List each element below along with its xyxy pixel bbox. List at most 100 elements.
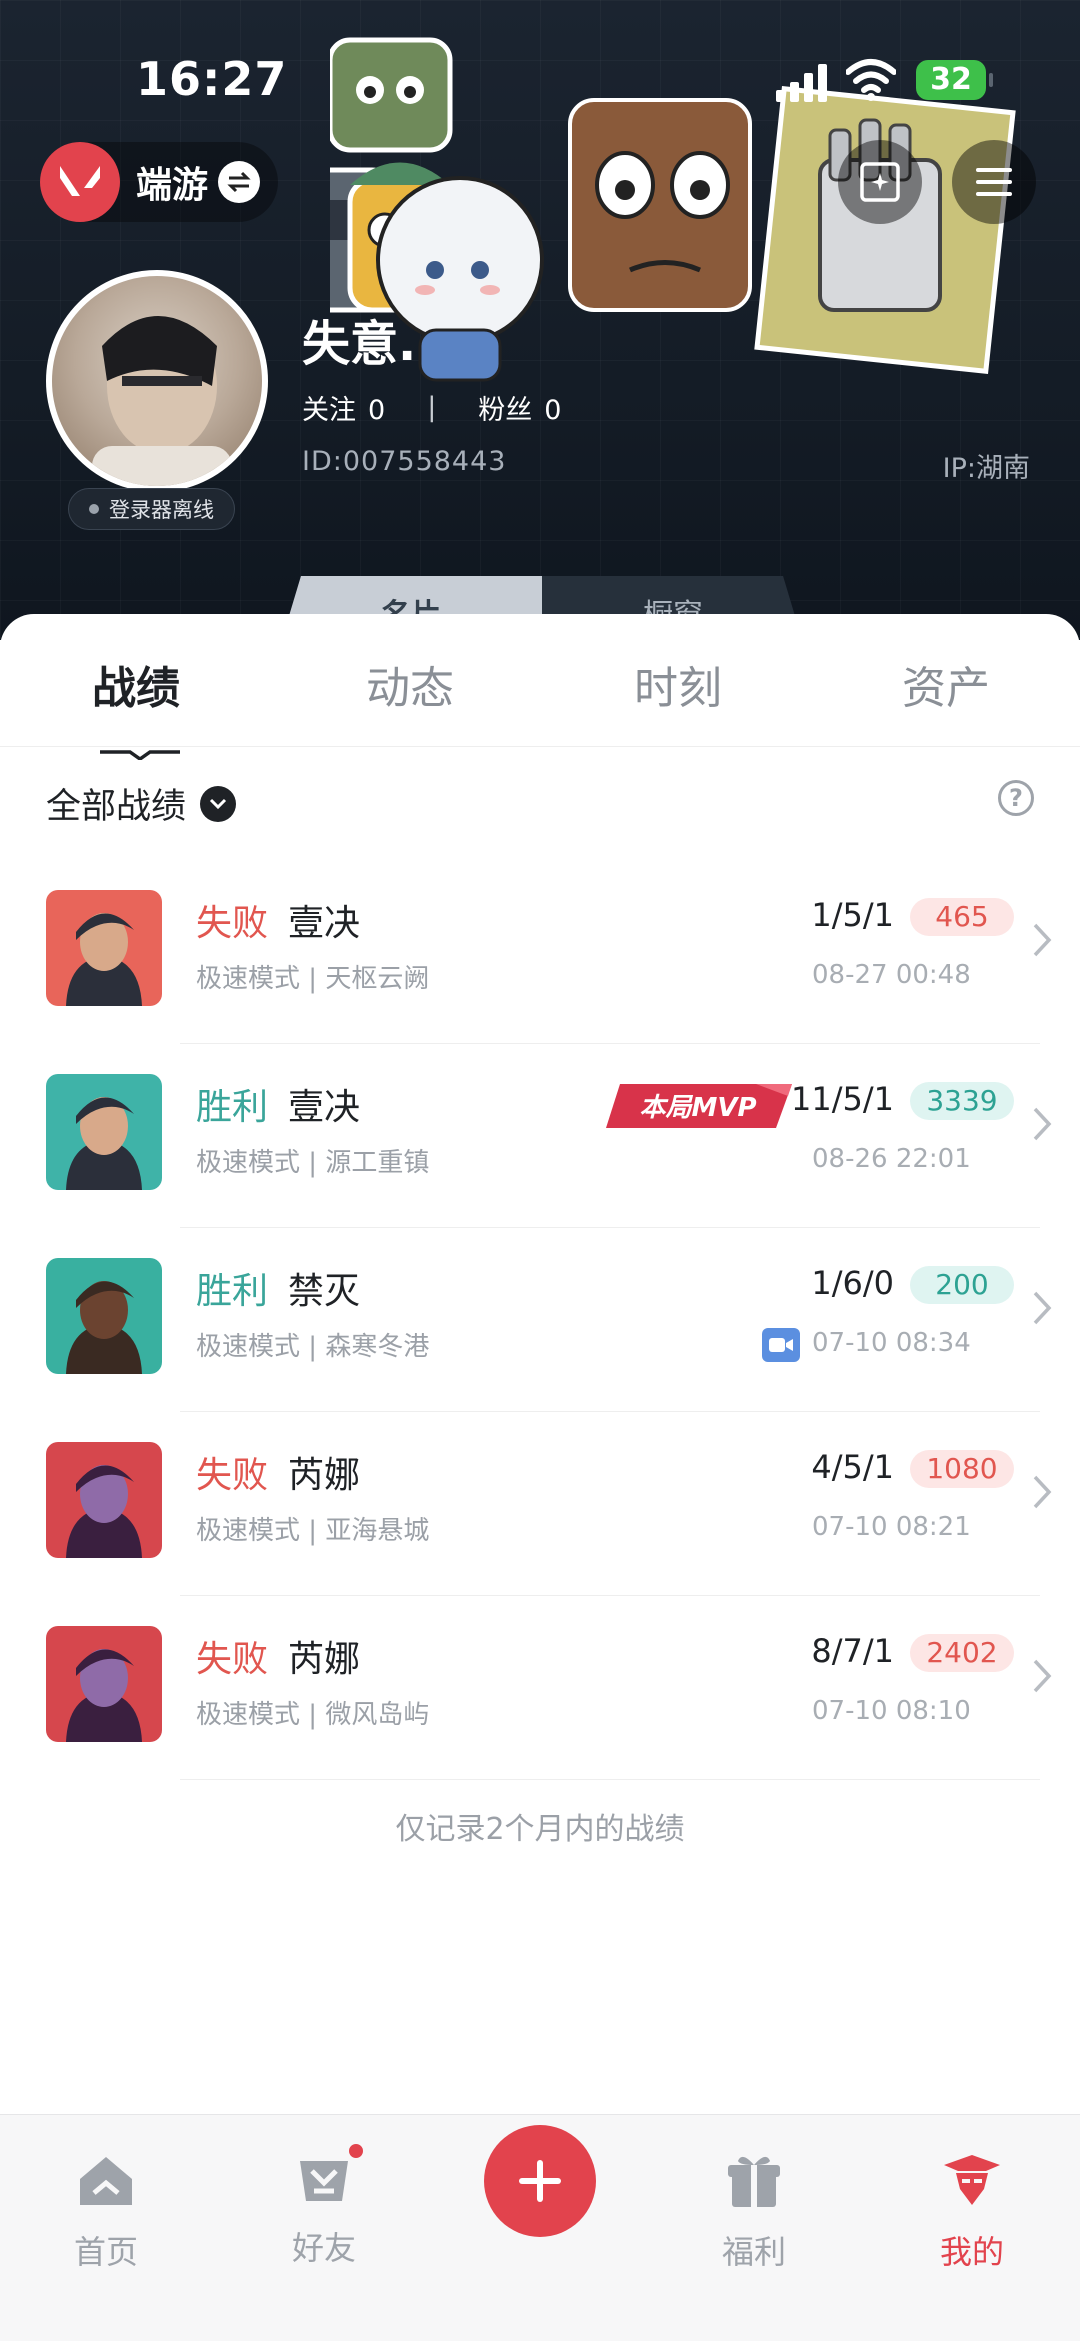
match-date: 08-26 22:01 — [812, 1144, 971, 1174]
following-link[interactable]: 关注 0 — [302, 388, 385, 427]
active-tab-indicator — [100, 750, 180, 760]
nav-home-label: 首页 — [73, 2233, 138, 2271]
match-meta: 极速模式 | 亚海悬城 — [196, 1510, 429, 1547]
tab-moments[interactable]: 时刻 — [634, 652, 722, 716]
match-score-badge: 465 — [910, 898, 1014, 936]
match-date: 07-10 08:34 — [812, 1328, 971, 1358]
agent-portrait — [46, 1626, 162, 1742]
match-map: 源工重镇 — [325, 1148, 430, 1178]
match-kda: 1/5/1 — [811, 896, 894, 934]
meta-separator: | — [300, 1700, 326, 1730]
create-post-button[interactable] — [484, 2125, 596, 2237]
match-map: 微风岛屿 — [325, 1700, 430, 1730]
match-row[interactable]: 失败 芮娜 极速模式 | 微风岛屿 8/7/1 2402 07-10 08:10 — [0, 1596, 1080, 1780]
nav-profile[interactable]: 我的 — [882, 2115, 1062, 2273]
mvp-badge-label: 本局MVP — [639, 1093, 756, 1123]
chevron-right-icon — [1033, 1475, 1052, 1509]
records-filter-dropdown[interactable]: 全部战绩 — [46, 778, 237, 829]
match-mode: 极速模式 — [196, 964, 301, 994]
status-bar: 16:27 32 — [0, 40, 1080, 120]
fans-count: 0 — [544, 395, 562, 426]
match-row[interactable]: 胜利 壹决 极速模式 | 源工重镇 11/5/1 3339 08-26 22:0… — [0, 1044, 1080, 1228]
match-mode: 极速模式 — [196, 1148, 301, 1178]
match-row[interactable]: 失败 壹决 极速模式 | 天枢云阙 1/5/1 465 08-27 00:48 — [0, 860, 1080, 1044]
match-row[interactable]: 胜利 禁灭 极速模式 | 森寒冬港 1/6/0 200 07-10 08:34 — [0, 1228, 1080, 1412]
nav-friends-label: 好友 — [291, 2229, 356, 2267]
notification-dot — [346, 2141, 366, 2161]
following-count: 0 — [368, 395, 386, 426]
user-id: ID:007558443 — [302, 446, 507, 477]
login-status-pill: 登录器离线 — [68, 488, 235, 530]
meta-separator: | — [300, 1148, 326, 1178]
nav-friends[interactable]: 好友 — [234, 2115, 414, 2269]
stats-separator: | — [427, 392, 437, 423]
cellular-signal-icon — [776, 62, 830, 102]
nav-profile-label: 我的 — [939, 2233, 1004, 2271]
meta-separator: | — [300, 1516, 326, 1546]
content-tabs: 战绩 动态 时刻 资产 — [0, 652, 1080, 760]
plus-icon — [519, 2160, 561, 2202]
records-footnote: 仅记录2个月内的战绩 — [395, 1812, 685, 1847]
match-result: 失败 — [196, 1639, 269, 1680]
status-time: 16:27 — [136, 52, 288, 106]
app-name: 端游 — [136, 165, 209, 206]
match-meta: 极速模式 | 微风岛屿 — [196, 1694, 429, 1731]
fans-link[interactable]: 粉丝 0 — [478, 388, 561, 427]
video-icon[interactable] — [762, 1328, 800, 1362]
battery-indicator: 32 — [916, 60, 993, 100]
app-switcher[interactable]: 端游 — [40, 142, 279, 222]
user-avatar[interactable] — [46, 270, 268, 492]
agent-name: 壹决 — [288, 1087, 361, 1128]
match-map: 亚海悬城 — [325, 1516, 430, 1546]
match-mode: 极速模式 — [196, 1700, 301, 1730]
meta-separator: | — [300, 1332, 326, 1362]
mvp-badge: 本局MVP — [606, 1084, 792, 1128]
nav-benefits[interactable]: 福利 — [664, 2115, 844, 2273]
profile-header: 16:27 32 端游 登录器离线 失意. 关注 0 | 粉丝 0 ID:007… — [0, 0, 1080, 640]
agent-portrait — [46, 890, 162, 1006]
home-icon — [80, 2157, 132, 2205]
customize-card-button[interactable] — [838, 140, 922, 224]
match-map: 森寒冬港 — [325, 1332, 430, 1362]
agent-portrait — [46, 1074, 162, 1190]
chevron-right-icon — [1033, 1291, 1052, 1325]
tab-feed[interactable]: 动态 — [366, 652, 454, 716]
gift-icon — [728, 2156, 780, 2207]
match-row[interactable]: 失败 芮娜 极速模式 | 亚海悬城 4/5/1 1080 07-10 08:21 — [0, 1412, 1080, 1596]
ip-location: IP:湖南 — [942, 453, 1030, 484]
match-score-badge: 200 — [910, 1266, 1014, 1304]
match-result: 胜利 — [196, 1271, 269, 1312]
agent-name: 芮娜 — [288, 1455, 361, 1496]
match-date: 08-27 00:48 — [812, 960, 971, 990]
profile-icon — [944, 2155, 1000, 2205]
match-meta: 极速模式 | 天枢云阙 — [196, 958, 429, 995]
match-meta: 极速模式 | 源工重镇 — [196, 1142, 429, 1179]
menu-icon — [976, 168, 1012, 196]
username: 失意. — [302, 316, 417, 372]
follow-stats: 关注 0 | 粉丝 0 — [302, 388, 561, 427]
menu-button[interactable] — [952, 140, 1036, 224]
bottom-nav: 首页 好友 福利 我的 — [0, 2114, 1080, 2341]
following-label: 关注 — [302, 395, 356, 426]
match-score-badge: 2402 — [910, 1634, 1014, 1672]
match-date: 07-10 08:21 — [812, 1512, 971, 1542]
tab-assets[interactable]: 资产 — [902, 652, 990, 716]
valorant-logo-icon — [40, 142, 120, 222]
help-icon[interactable]: ? — [998, 780, 1034, 816]
edit-image-icon — [860, 162, 900, 202]
meta-separator: | — [300, 964, 326, 994]
wifi-icon — [846, 59, 896, 101]
friends-icon — [292, 2141, 366, 2213]
match-score-badge: 1080 — [910, 1450, 1014, 1488]
agent-portrait — [46, 1258, 162, 1374]
match-meta: 极速模式 | 森寒冬港 — [196, 1326, 429, 1363]
content-sheet: 战绩 动态 时刻 资产 全部战绩 ? 失败 壹决 极速模式 | 天枢云阙 1/5… — [0, 614, 1080, 2114]
match-mode: 极速模式 — [196, 1332, 301, 1362]
filter-label: 全部战绩 — [46, 787, 187, 827]
agent-name: 壹决 — [288, 903, 361, 944]
chevron-right-icon — [1033, 1107, 1052, 1141]
nav-home[interactable]: 首页 — [16, 2115, 196, 2273]
tab-records[interactable]: 战绩 — [92, 652, 180, 716]
match-result: 胜利 — [196, 1087, 269, 1128]
tabs-divider — [0, 746, 1080, 747]
